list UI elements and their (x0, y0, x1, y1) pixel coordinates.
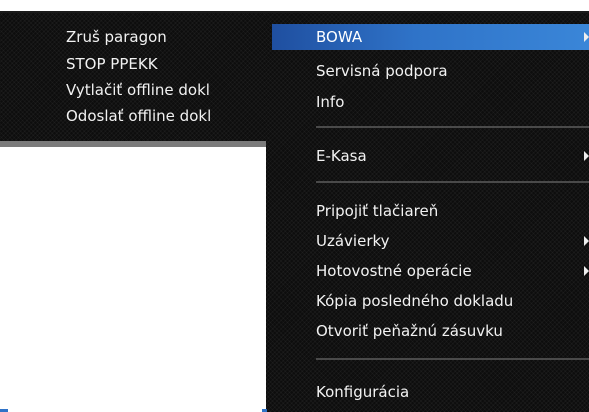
menu-separator (316, 126, 589, 128)
menu-item-connect-printer[interactable]: Pripojiť tlačiareň (316, 198, 589, 224)
menu-item-label: Zruš paragon (66, 27, 167, 46)
menu-item-label: Otvoriť peňažnú zásuvku (316, 321, 503, 340)
menu-item-label: STOP PPEKK (66, 54, 158, 73)
menu-item-service-support[interactable]: Servisná podpora (316, 58, 589, 84)
menu-item-label: Odoslať offline dokl (66, 106, 212, 125)
menu-item-label: Vytlačiť offline dokl (66, 80, 210, 99)
menu-item-label: Info (316, 92, 345, 111)
menu-item-open-cash-drawer[interactable]: Otvoriť peňažnú zásuvku (316, 318, 589, 344)
paragon-menu: Zruš paragon STOP PPEKK Vytlačiť offline… (0, 13, 272, 147)
menu-item-cash-operations[interactable]: Hotovostné operácie (316, 258, 589, 284)
menu-item-bowa[interactable]: BOWA (272, 24, 589, 50)
menu-item-label: Kópia posledného dokladu (316, 291, 514, 310)
menu-item-label: Uzávierky (316, 231, 390, 250)
chevron-right-icon (584, 236, 589, 246)
menu-item-label: Konfigurácia (316, 382, 410, 401)
chevron-right-icon (584, 32, 589, 42)
menu-item-closures[interactable]: Uzávierky (316, 228, 589, 254)
menu-item-label: Pripojiť tlačiareň (316, 201, 439, 220)
menu-separator (316, 181, 589, 183)
window-top-edge (0, 0, 589, 13)
main-context-menu: BOWA Servisná podpora Info E-Kasa Pripoj… (266, 13, 589, 412)
menu-item-configuration[interactable]: Konfigurácia (316, 379, 589, 405)
screen: Zruš paragon STOP PPEKK Vytlačiť offline… (0, 0, 589, 412)
menu-item-print-offline-doc[interactable]: Vytlačiť offline dokl (66, 77, 266, 103)
menu-item-e-kasa[interactable]: E-Kasa (316, 143, 589, 169)
menu-item-stop-ppekk[interactable]: STOP PPEKK (66, 51, 266, 77)
menu-item-cancel-receipt[interactable]: Zruš paragon (66, 24, 266, 50)
menu-item-label: E-Kasa (316, 146, 367, 165)
menu-item-copy-last-receipt[interactable]: Kópia posledného dokladu (316, 288, 589, 314)
menu-separator (316, 358, 589, 360)
menu-item-label: Servisná podpora (316, 61, 448, 80)
menu-item-send-offline-doc[interactable]: Odoslať offline dokl (66, 103, 266, 129)
chevron-right-icon (584, 266, 589, 276)
menu-item-label: BOWA (316, 27, 363, 46)
menu-item-info[interactable]: Info (316, 89, 589, 115)
menu-item-label: Hotovostné operácie (316, 261, 472, 280)
chevron-right-icon (584, 151, 589, 161)
